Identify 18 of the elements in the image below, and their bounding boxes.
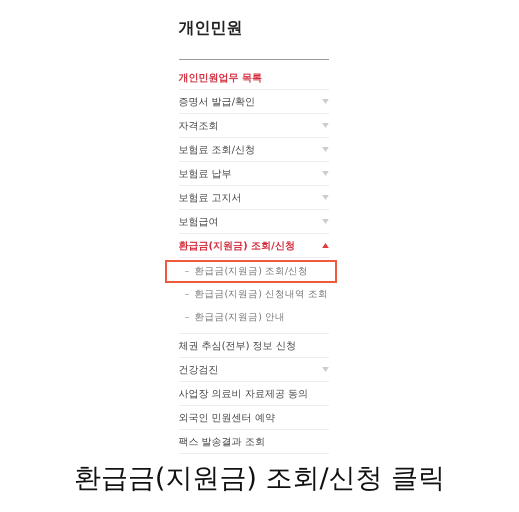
submenu-item[interactable]: 환급금(지원금) 신청내역 조회 — [164, 283, 336, 306]
submenu-item[interactable]: 환급금(지원금) 안내 — [164, 306, 336, 329]
menu-item[interactable]: 자격조회 — [178, 114, 328, 138]
menu-heading: 개인민원업무 목록 — [178, 66, 328, 90]
menu-item[interactable]: 건강검진 — [178, 358, 328, 382]
menu-item[interactable]: 보험료 납부 — [178, 162, 328, 186]
submenu-item[interactable]: 환급금(지원금) 조회/신청 — [164, 260, 336, 283]
menu-item[interactable]: 팩스 발송결과 조회 — [178, 430, 328, 454]
page-title: 개인민원 — [178, 18, 244, 39]
menu-item[interactable]: 증명서 발급/확인 — [178, 90, 328, 114]
menu-item[interactable]: 사업장 의료비 자료제공 동의 — [178, 382, 328, 406]
menu-item[interactable]: 보험급여 — [178, 210, 328, 234]
menu-item[interactable]: 외국인 민원센터 예약 — [178, 406, 328, 430]
menu-item[interactable]: 환급금(지원금) 조회/신청 — [178, 234, 328, 258]
caption-text: 환급금(지원금) 조회/신청 클릭 — [74, 463, 446, 494]
menu-item[interactable]: 보험료 조회/신청 — [178, 138, 328, 162]
menu-item[interactable]: 체권 추심(전부) 정보 신청 — [178, 334, 328, 358]
menu-item[interactable]: 보험료 고지서 — [178, 186, 328, 210]
